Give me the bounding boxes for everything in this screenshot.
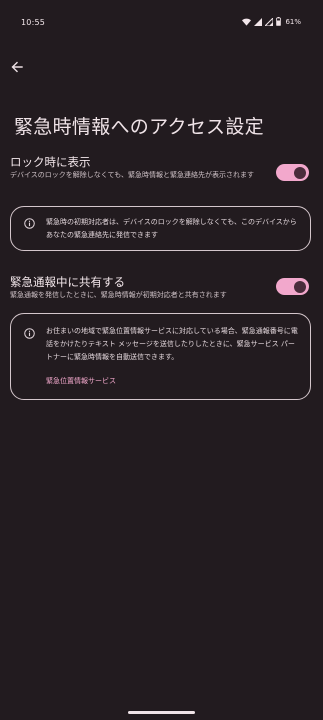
status-bar: 10:55 61% [0,0,323,48]
emergency-call-info-card: お住まいの地域で緊急位置情報サービスに対応している場合、緊急通報番号に電話をかけ… [10,313,311,400]
toggle-knob [294,166,306,179]
status-time: 10:55 [21,18,46,27]
status-icons: 61% [242,17,301,26]
signal-icon-secondary [265,17,274,26]
battery-percentage: 61% [285,17,301,26]
back-button[interactable] [6,56,28,78]
lock-screen-toggle[interactable] [276,164,309,181]
toggle-knob [294,280,306,293]
wifi-icon [242,18,252,26]
lock-screen-info-text: 緊急時の初期対応者は、デバイスのロックを解除しなくても、このデバイスからあなたの… [46,218,297,239]
back-arrow-icon [11,61,23,73]
emergency-location-service-link[interactable]: 緊急位置情報サービス [46,376,116,386]
emergency-call-title: 緊急通報中に共有する [10,275,125,289]
screen: 10:55 61% 緊急時情報へのアクセス設定 ロック時に表示 デバイスのロック… [0,0,323,720]
home-indicator[interactable] [128,711,195,714]
emergency-call-toggle[interactable] [276,278,309,295]
emergency-call-subtitle: 緊急通報を発信したときに、緊急時情報が初期対応者と共有されます [10,291,227,299]
info-icon [24,218,35,229]
lock-screen-title: ロック時に表示 [10,155,91,169]
page-title: 緊急時情報へのアクセス設定 [14,116,264,138]
info-icon [24,328,35,339]
lock-screen-subtitle: デバイスのロックを解除しなくても、緊急時情報と緊急連絡先が表示されます [10,171,255,179]
signal-icon [254,17,263,26]
emergency-call-info-text: お住まいの地域で緊急位置情報サービスに対応している場合、緊急通報番号に電話をかけ… [46,327,298,361]
battery-icon [276,17,282,26]
lock-screen-info-card: 緊急時の初期対応者は、デバイスのロックを解除しなくても、このデバイスからあなたの… [10,206,311,251]
